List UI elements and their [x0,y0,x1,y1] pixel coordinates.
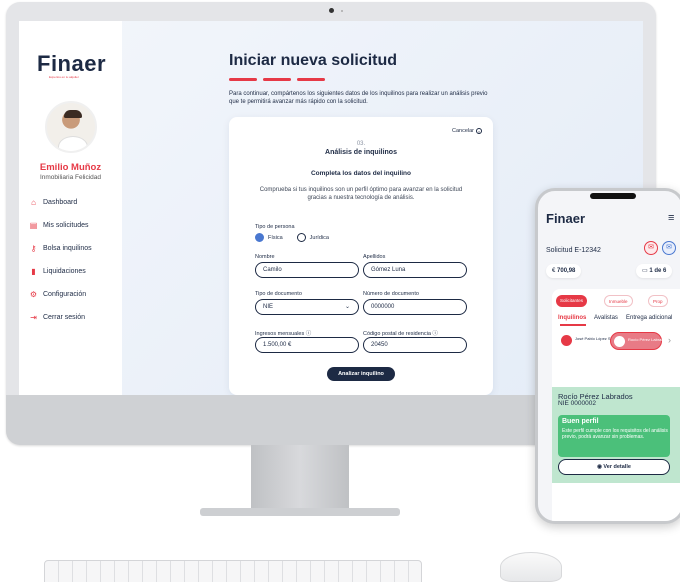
chevron-down-icon: ⌄ [344,304,350,310]
radio-fisica[interactable] [255,233,264,242]
step-title: Análisis de inquilinos [325,149,397,156]
amount-pill: € 700,98 [546,264,582,278]
tenant-chip-rocio[interactable]: Rocío Pérez Labrados [610,332,668,350]
sensor-dot [341,10,343,12]
user-name: Emilio Muñoz [39,162,102,173]
sidebar-item-label: Cerrar sesión [43,314,86,321]
income-field[interactable]: 1.500,00 € [255,337,359,353]
status-title: Buen perfil [562,418,599,425]
finaer-logo[interactable]: Finaer [37,51,106,77]
sidebar-item-label: Dashboard [43,199,78,206]
user-company: Inmobiliaria Felicidad [39,174,102,181]
tab-inmueble[interactable]: Inmueble [604,295,633,307]
intro-text: Para continuar, compártenos los siguient… [229,91,488,105]
subtab-inquilinos[interactable]: Inquilinos [558,315,586,321]
check-icon [614,336,625,347]
gear-icon: ⚙ [29,290,38,299]
postal-field[interactable]: 20450 [363,337,467,353]
email-icon[interactable]: ✉ [662,241,676,255]
keyboard [44,560,422,582]
status-badge: Buen perfil Este perfil cumple con los r… [558,415,670,457]
subtab-entrega-adicional[interactable]: Entrega adicional [626,315,672,321]
progress-step-1 [229,78,257,81]
active-subtab-underline [560,324,586,326]
radio-fisica-label: Física [268,234,283,241]
radio-juridica[interactable] [296,233,306,242]
imac-stand-base [200,508,400,516]
cancel-label: Cancelar [451,128,474,134]
phone-logo[interactable]: Finaer [546,211,585,226]
tenant-id: NIE 0000002 [558,400,596,407]
sidebar-item-label: Liquidaciones [43,268,86,275]
logout-icon: ⇥ [30,313,37,322]
tab-solicitantes[interactable]: Solicitantes [556,295,588,307]
form-subtitle: Completa los datos del inquilino [310,170,412,177]
sidebar-item-bolsa-inquilinos[interactable]: ⚷ Bolsa inquilinos [29,244,92,253]
view-detail-button[interactable]: ◉ Ver detalle [558,459,670,475]
status-text: Este perfil cumple con los requisitos de… [562,428,668,440]
bar-chart-icon: ▮ [31,267,36,276]
nombre-field[interactable]: Camilo [255,262,359,278]
sidebar: Finaer Expertos en tu alquiler Emilio Mu… [19,21,122,395]
sidebar-item-cerrar-sesion[interactable]: ⇥ Cerrar sesión [29,313,85,322]
mobile-phone: Finaer ≡ Solicitud E-12342 ✉ ✉ € 700,98 … [535,188,680,524]
imac-stand [251,445,349,515]
pages-icon: ▭ [642,268,648,274]
apellidos-field[interactable]: Gómez Luna [363,262,467,278]
tenant-chip-label: Rocío Pérez Labrados [628,337,668,342]
progress-step-3 [297,78,325,81]
euro-icon: € [552,268,556,274]
amount-value: 700,98 [557,268,576,274]
page-counter: ▭ 1 de 6 [636,264,673,278]
mouse [500,552,562,582]
sidebar-item-configuracion[interactable]: ⚙ Configuración [29,290,86,299]
solicitud-id: Solicitud E-12342 [546,247,601,254]
sidebar-item-dashboard[interactable]: ⌂ Dashboard [29,198,77,207]
doc-type-label: Tipo de documento [255,291,302,297]
sidebar-item-mis-solicitudes[interactable]: ▤ Mis solicitudes [29,221,89,230]
doc-type-value: NIE [263,304,274,310]
sidebar-item-liquidaciones[interactable]: ▮ Liquidaciones [29,267,86,276]
income-label: Ingresos mensuales ⓘ [255,329,311,337]
radio-juridica-label: Jurídica [309,234,329,241]
subtab-avalistas[interactable]: Avalistas [594,315,618,321]
tenant-form-card: Cancelar × 03. Análisis de inquilinos Co… [229,117,493,395]
doc-number-label: Número de documento [363,291,419,297]
form-description: Comprueba si tus inquilinos son un perfi… [259,187,463,201]
doc-number-field[interactable]: 0000000 [363,299,467,315]
sidebar-item-label: Mis solicitudes [43,222,89,229]
analyze-tenant-button[interactable]: Analizar inquilino [327,367,395,381]
step-number: 03. [356,141,366,147]
check-icon [561,335,572,346]
logo-tagline: Expertos en tu alquiler [49,75,79,79]
camera-icon [329,8,334,13]
message-icon[interactable]: ✉ [644,241,658,255]
sidebar-item-label: Bolsa inquilinos [43,245,92,252]
view-detail-label: Ver detalle [603,464,631,470]
nombre-label: Nombre [255,254,275,260]
phone-notch [590,193,636,199]
apellidos-label: Apellidos [363,254,386,260]
postal-label: Código postal de residencia ⓘ [363,329,438,337]
chevron-right-icon[interactable]: › [668,335,671,345]
cancel-button[interactable]: Cancelar × [452,128,482,134]
home-icon: ⌂ [31,198,36,207]
avatar[interactable] [45,101,97,153]
progress-step-2 [263,78,291,81]
page-counter-value: 1 de 6 [649,268,667,274]
close-icon: × [476,128,482,134]
tab-propietario[interactable]: Prop [648,295,668,307]
tenant-chip-jose-pablo[interactable]: José Pablo López Silva [558,332,617,350]
document-icon: ▤ [29,221,38,230]
person-type-radio-group: Física Jurídica [255,233,329,242]
key-icon: ⚷ [30,244,37,253]
doc-type-select[interactable]: NIE ⌄ [255,299,359,315]
page-title: Iniciar nueva solicitud [229,52,398,69]
eye-icon: ◉ [597,464,602,470]
person-type-label: Tipo de persona [255,224,295,230]
sidebar-item-label: Configuración [43,291,87,298]
hamburger-menu-icon[interactable]: ≡ [668,212,674,224]
